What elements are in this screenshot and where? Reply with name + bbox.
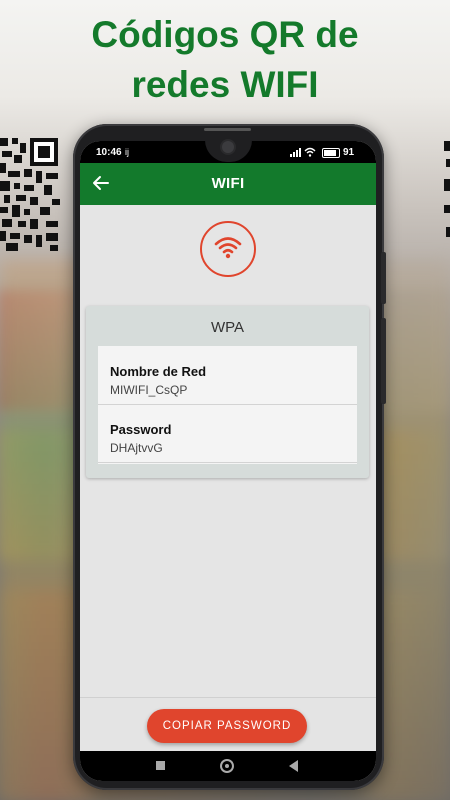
network-name-value: MIWIFI_CsQP — [110, 383, 188, 397]
qr-code-edge-icon — [444, 141, 450, 237]
promo-headline: Códigos QR de redes WIFI — [0, 10, 450, 110]
home-icon[interactable] — [220, 759, 234, 773]
page-title: WIFI — [211, 175, 245, 192]
status-notification-icon: ij — [125, 147, 129, 157]
battery-icon — [322, 148, 340, 158]
network-card: WPA Nombre de Red MIWIFI_CsQP Password D… — [86, 306, 369, 478]
status-time: 10:46 — [96, 147, 122, 158]
headline-line-2: redes WIFI — [131, 64, 319, 105]
app-bar: WIFI — [80, 163, 376, 205]
headline-line-1: Códigos QR de — [91, 14, 359, 55]
network-name-field[interactable]: Nombre de Red MIWIFI_CsQP — [98, 346, 357, 405]
phone-power-button — [381, 318, 386, 404]
wifi-icon — [200, 221, 256, 277]
back-triangle-icon[interactable] — [289, 760, 298, 772]
copy-password-button[interactable]: COPIAR PASSWORD — [147, 709, 307, 743]
phone-volume-button — [381, 252, 386, 304]
password-value: DHAjtvvG — [110, 441, 163, 455]
password-label: Password — [110, 422, 172, 437]
phone-screen: 10:46 ij 91 WIFI WPA Nombre de Red MIWIF… — [80, 141, 376, 781]
camera-icon — [222, 141, 234, 153]
system-nav-bar — [80, 751, 376, 781]
phone-speaker — [204, 128, 251, 131]
qr-code-icon — [0, 138, 60, 251]
signal-wifi-icon — [290, 147, 318, 160]
battery-percent: 91 — [343, 147, 355, 158]
password-field[interactable]: Password DHAjtvvG — [98, 404, 357, 463]
network-name-label: Nombre de Red — [110, 364, 207, 379]
recents-icon[interactable] — [156, 761, 165, 770]
network-details: Nombre de Red MIWIFI_CsQP Password DHAjt… — [98, 346, 357, 464]
security-type: WPA — [210, 319, 245, 336]
